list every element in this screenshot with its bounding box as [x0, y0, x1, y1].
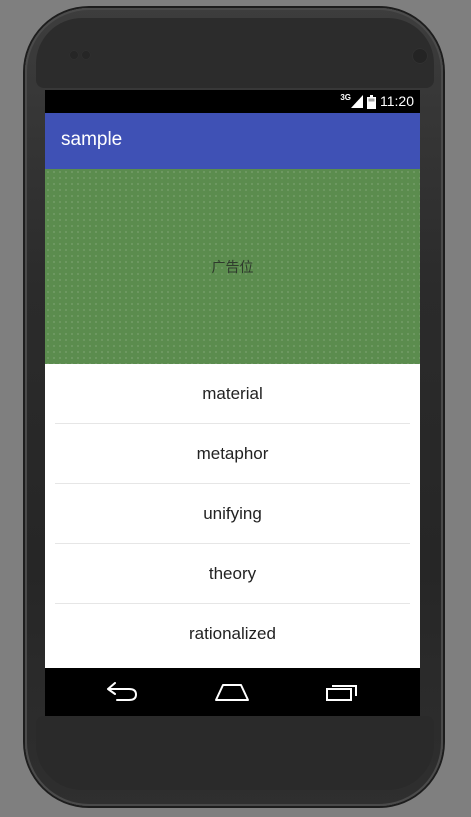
- list-item-material[interactable]: material: [55, 364, 410, 424]
- clock: 11:20: [380, 93, 414, 109]
- list-item-theory[interactable]: theory: [55, 544, 410, 604]
- back-button[interactable]: [102, 680, 142, 704]
- list-item-metaphor[interactable]: metaphor: [55, 424, 410, 484]
- recents-icon: [324, 682, 360, 702]
- phone-bottom-bezel: [36, 716, 434, 790]
- front-camera-icon: [412, 48, 428, 64]
- status-bar: 3G 11:20: [45, 90, 420, 113]
- app-toolbar: sample: [45, 113, 420, 169]
- sensor-dot: [69, 50, 79, 60]
- battery-icon: [367, 94, 376, 109]
- app-title: sample: [61, 129, 123, 150]
- item-list: material metaphor unifying theory ration…: [45, 364, 420, 663]
- home-button[interactable]: [212, 680, 252, 704]
- ad-banner-label: 广告位: [211, 260, 254, 276]
- list-item-unifying[interactable]: unifying: [55, 484, 410, 544]
- home-icon: [213, 682, 251, 702]
- back-icon: [105, 682, 139, 702]
- status-indicators: 3G 11:20: [340, 93, 414, 110]
- signal-icon: [351, 95, 363, 108]
- system-nav-bar: [45, 668, 420, 716]
- list-item-rationalized[interactable]: rationalized: [55, 604, 410, 663]
- phone-top-bezel: [36, 18, 434, 88]
- network-type-label: 3G: [340, 93, 351, 102]
- sensor-dot: [81, 50, 91, 60]
- device-screen: 3G 11:20 sample 广告位 material metaphor un…: [45, 90, 420, 716]
- emulator-window: 3G 11:20 sample 广告位 material metaphor un…: [0, 0, 471, 817]
- ad-banner[interactable]: 广告位: [45, 169, 420, 364]
- recents-button[interactable]: [322, 680, 362, 704]
